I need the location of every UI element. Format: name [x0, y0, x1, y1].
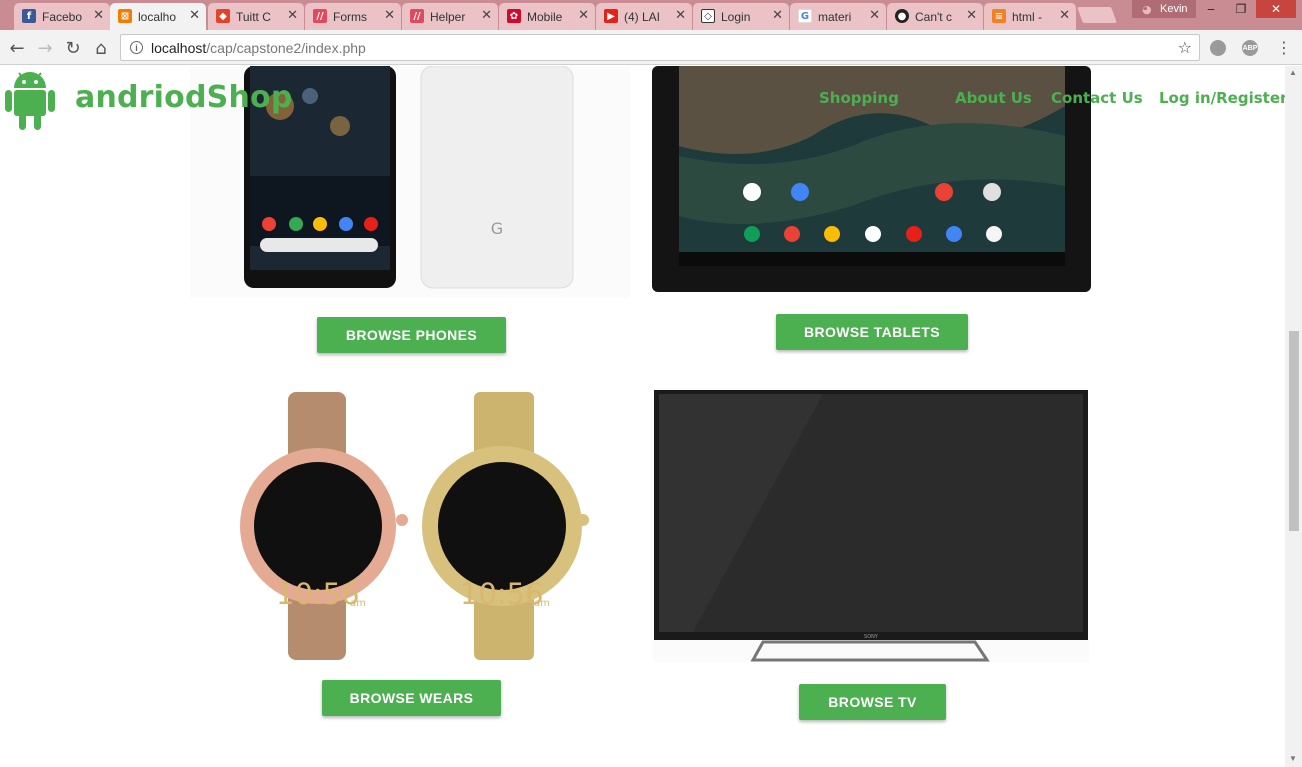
tab-forms[interactable]: // Forms ✕ [305, 3, 401, 30]
tab-label: Forms [333, 9, 367, 24]
tab-material[interactable]: G materi ✕ [790, 3, 886, 30]
android-logo-icon[interactable] [4, 68, 56, 130]
codepen-icon: ◇ [701, 9, 715, 23]
globe-extension-icon[interactable] [1210, 40, 1226, 56]
left-watch-time: 10:56 [276, 577, 360, 611]
minimize-button[interactable]: ‒ [1196, 0, 1226, 18]
nav-login-register[interactable]: Log in/Register [1159, 89, 1285, 107]
browse-tablets-button[interactable]: BROWSE TABLETS [776, 314, 968, 350]
left-watch-suffix: am [350, 598, 366, 609]
close-icon[interactable]: ✕ [772, 8, 783, 23]
tab-label: Can't c [915, 9, 952, 24]
right-watch-suffix: am [534, 598, 550, 609]
tab-youtube[interactable]: ▶ (4) LAI ✕ [596, 3, 692, 30]
facebook-icon: f [22, 9, 36, 23]
tab-facebook[interactable]: f Facebo ✕ [14, 3, 110, 30]
address-bar[interactable]: i localhost/cap/capstone2/index.php ☆ [120, 34, 1200, 61]
browse-wears-button[interactable]: BROWSE WEARS [322, 680, 501, 716]
close-icon[interactable]: ✕ [1059, 8, 1070, 23]
ii-icon: // [410, 9, 424, 23]
gitlab-icon: ◆ [216, 9, 230, 23]
github-icon: ● [895, 9, 909, 23]
adblock-extension-icon[interactable]: ABP [1242, 40, 1258, 56]
right-watch-time: 10:56 [460, 577, 544, 611]
browser-tab-strip: f Facebo ✕ ⊠ localho ✕ ◆ Tuitt C ✕ // Fo… [0, 0, 1302, 30]
forward-arrow-icon[interactable]: → [34, 37, 56, 59]
back-arrow-icon[interactable]: ← [6, 37, 28, 59]
close-icon[interactable]: ✕ [869, 8, 880, 23]
browse-phones-button[interactable]: BROWSE PHONES [317, 317, 506, 353]
close-icon[interactable]: ✕ [675, 8, 686, 23]
browse-tv-button[interactable]: BROWSE TV [799, 684, 946, 720]
tab-mobile[interactable]: ✿ Mobile ✕ [499, 3, 595, 30]
nav-contact-us[interactable]: Contact Us [1051, 89, 1143, 107]
tab-label: Helper [430, 9, 466, 24]
close-icon[interactable]: ✕ [966, 8, 977, 23]
svg-text:G: G [491, 219, 503, 238]
youtube-icon: ▶ [604, 9, 618, 23]
tab-stackoverflow[interactable]: ≡ html - ✕ [984, 3, 1076, 30]
tab-label: materi [818, 9, 852, 24]
tab-label: Tuitt C [236, 9, 271, 24]
profile-icon: ◕ [1142, 3, 1152, 16]
nav-about-us[interactable]: About Us [955, 89, 1032, 107]
info-icon[interactable]: i [130, 41, 143, 54]
wears-image: 10:56 10:56 am am [236, 392, 592, 660]
google-icon: G [798, 9, 812, 23]
close-icon[interactable]: ✕ [578, 8, 589, 23]
tab-localhost[interactable]: ⊠ localho ✕ [110, 3, 206, 30]
tab-helper[interactable]: // Helper ✕ [402, 3, 498, 30]
ii-icon: // [313, 9, 327, 23]
restore-button[interactable]: ❐ [1226, 0, 1256, 18]
huawei-icon: ✿ [507, 9, 521, 23]
profile-button[interactable]: ◕ Kevin [1132, 0, 1196, 18]
tab-label: (4) LAI [624, 9, 661, 24]
close-icon[interactable]: ✕ [189, 8, 200, 23]
url-text[interactable]: localhost/cap/capstone2/index.php [151, 40, 366, 56]
page-scrollbar[interactable]: ▲ ▼ [1285, 66, 1302, 767]
page-viewport: G andriodShop Shopping About Us Contact … [0, 66, 1285, 767]
browser-toolbar: ← → ↻ ⌂ i localhost/cap/capstone2/index.… [0, 30, 1302, 65]
stackoverflow-icon: ≡ [992, 9, 1006, 23]
new-tab-button[interactable] [1077, 7, 1117, 23]
tab-label: localho [138, 9, 177, 24]
tab-login[interactable]: ◇ Login ✕ [693, 3, 789, 30]
home-icon[interactable]: ⌂ [90, 37, 112, 59]
tab-label: Mobile [527, 9, 563, 24]
site-brand[interactable]: andriodShop [75, 80, 293, 115]
tab-tuitt[interactable]: ◆ Tuitt C ✕ [208, 3, 304, 30]
tab-github[interactable]: ● Can't c ✕ [887, 3, 983, 30]
scrollbar-thumb[interactable] [1289, 331, 1299, 531]
scroll-down-arrow-icon[interactable]: ▼ [1289, 754, 1297, 763]
tab-label: html - [1012, 9, 1042, 24]
browser-menu-icon[interactable]: ⋮ [1276, 38, 1292, 57]
tv-image: SONY [653, 388, 1089, 662]
close-window-button[interactable]: ✕ [1256, 0, 1296, 18]
close-icon[interactable]: ✕ [287, 8, 298, 23]
profile-name: Kevin [1160, 3, 1188, 15]
xampp-icon: ⊠ [118, 9, 132, 23]
tab-label: Facebo [42, 9, 83, 24]
tv-brand-label: SONY [864, 634, 879, 640]
nav-shopping[interactable]: Shopping [819, 89, 899, 107]
close-icon[interactable]: ✕ [481, 8, 492, 23]
tab-label: Login [721, 9, 751, 24]
scroll-up-arrow-icon[interactable]: ▲ [1289, 68, 1297, 77]
close-icon[interactable]: ✕ [384, 8, 395, 23]
close-icon[interactable]: ✕ [93, 8, 104, 23]
reload-icon[interactable]: ↻ [62, 37, 84, 59]
bookmark-star-icon[interactable]: ☆ [1178, 38, 1192, 57]
